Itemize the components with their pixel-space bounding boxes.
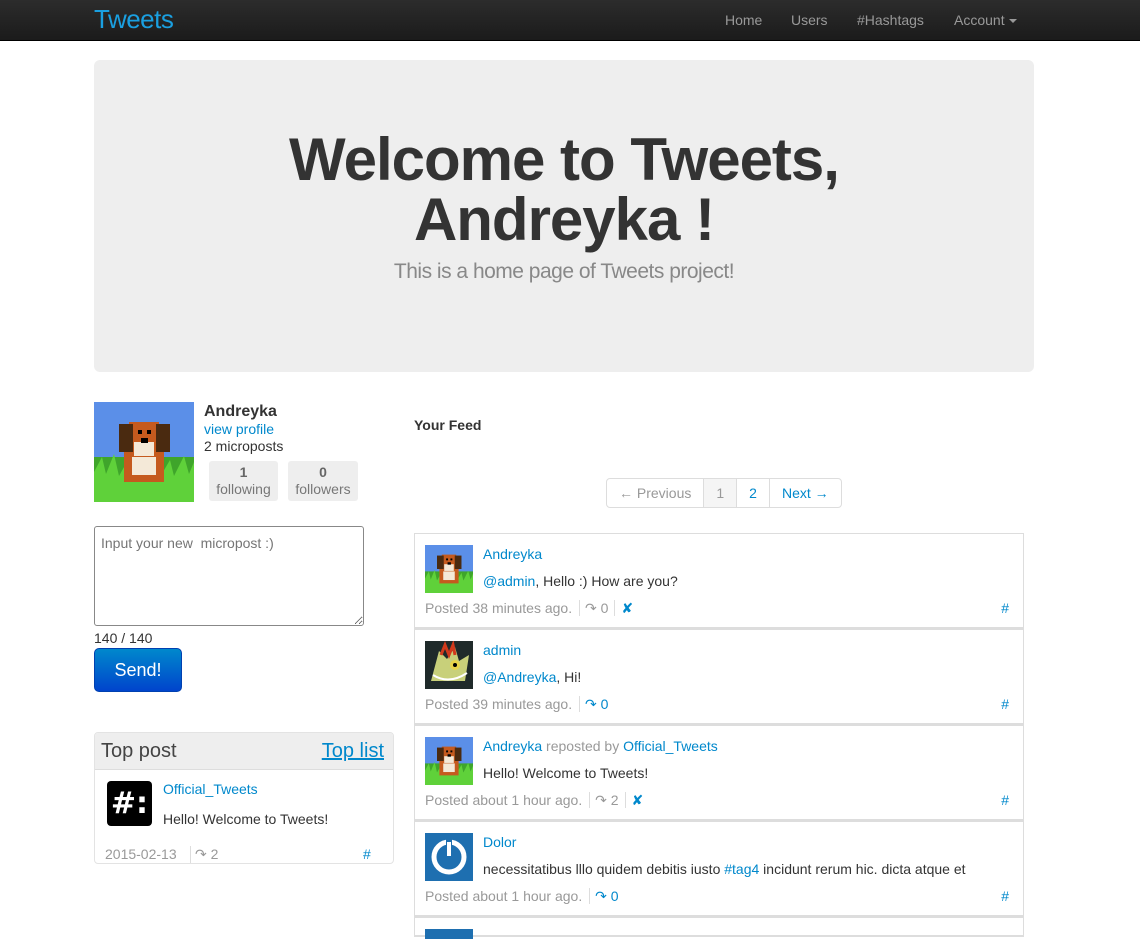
post-author[interactable]: Dolor (483, 834, 516, 850)
post-time: Posted 39 minutes ago. (425, 696, 573, 712)
user-name: Andreyka (204, 403, 277, 420)
post-permalink[interactable]: # (1001, 600, 1009, 616)
user-avatar[interactable] (94, 402, 194, 502)
post-permalink[interactable]: # (1001, 696, 1009, 712)
top-post-text: Hello! Welcome to Tweets! (163, 811, 329, 827)
post-avatar[interactable] (425, 929, 473, 939)
top-post-date: 2015-02-13 (105, 846, 177, 862)
post-meta: Posted about 1 hour ago. ↷ 2 ✘ (425, 792, 644, 809)
post-reposts[interactable]: ↷ 0 (589, 888, 619, 904)
post-reposts[interactable]: ↷ 0 (579, 600, 609, 616)
post-meta: Posted 39 minutes ago. ↷ 0 (425, 696, 609, 713)
delete-icon[interactable]: ✘ (614, 600, 634, 616)
post-meta: Posted 38 minutes ago. ↷ 0 ✘ (425, 600, 634, 617)
feed-post: admin @Andreyka, Hi! Posted 39 minutes a… (414, 629, 1024, 725)
feed-post (414, 917, 1024, 939)
micropost-input[interactable] (94, 526, 364, 626)
top-post-permalink[interactable]: # (363, 846, 371, 862)
pagination: ← Previous 1 2 Next → (606, 478, 842, 508)
post-time: Posted about 1 hour ago. (425, 888, 583, 904)
top-post-author[interactable]: Official_Tweets (163, 781, 258, 797)
post-reposts[interactable]: ↷ 0 (579, 696, 609, 712)
top-post-panel: Top post Top list #: Official_Tweets Hel… (94, 732, 394, 864)
chevron-down-icon (1008, 19, 1017, 24)
feed-post: Andreyka reposted by Official_Tweets Hel… (414, 725, 1024, 821)
post-author[interactable]: Andreyka (483, 546, 542, 562)
post-avatar[interactable] (425, 545, 473, 593)
hero-subtitle: This is a home page of Tweets project! (393, 260, 735, 283)
post-text: , Hello :) How are you? (535, 573, 678, 589)
reposted-by-label: reposted by (542, 738, 624, 754)
top-post-reposts[interactable]: ↷ 2 (190, 846, 218, 863)
post-avatar[interactable] (425, 833, 473, 881)
feed-title: Your Feed (414, 417, 482, 433)
official-avatar[interactable]: #: (107, 781, 152, 826)
following-count: 1 (239, 464, 248, 480)
pager-next[interactable]: Next → (768, 479, 841, 507)
post-body: @admin, Hello :) How are you? (483, 573, 678, 589)
followers-count: 0 (319, 464, 327, 480)
reposted-by-author[interactable]: Official_Tweets (623, 738, 718, 754)
post-mention[interactable]: @admin (483, 573, 535, 589)
post-permalink[interactable]: # (1001, 792, 1009, 808)
pager-page-1[interactable]: 1 (703, 479, 737, 507)
hero-unit: Welcome to Tweets, Andreyka ! This is a … (94, 60, 1034, 372)
top-post-title: Top post (101, 740, 177, 762)
post-text-continued: incidunt rerum hic. dicta atque et (759, 861, 966, 877)
following-stat[interactable]: 1 following (209, 461, 278, 501)
view-profile-link[interactable]: view profile (204, 421, 274, 437)
followers-label: followers (295, 481, 351, 497)
following-label: following (216, 481, 271, 497)
top-post-header: Top post Top list (95, 733, 393, 770)
post-text: Hello! Welcome to Tweets! (483, 765, 649, 781)
brand-logo[interactable]: Tweets (94, 4, 174, 35)
send-button[interactable]: Send! (94, 648, 182, 692)
post-body: @Andreyka, Hi! (483, 669, 581, 685)
feed-post: Dolor necessitatibus lllo quidem debitis… (414, 821, 1024, 917)
post-author-line: Andreyka reposted by Official_Tweets (483, 738, 718, 754)
nav-account-dropdown[interactable]: Account (954, 12, 1017, 28)
post-avatar[interactable] (425, 737, 473, 785)
feed-post: Andreyka @admin, Hello :) How are you? P… (414, 533, 1024, 629)
post-body: necessitatibus lllo quidem debitis iusto… (483, 861, 966, 877)
hero-title-line2: Andreyka ! (413, 186, 715, 253)
post-text: necessitatibus lllo quidem debitis iusto (483, 861, 725, 877)
hero-title-line1: Welcome to Tweets, (289, 126, 840, 193)
micropost-count: 2 microposts (204, 438, 284, 454)
nav-users[interactable]: Users (791, 12, 828, 28)
nav-home[interactable]: Home (725, 12, 762, 28)
post-meta: Posted about 1 hour ago. ↷ 0 (425, 888, 619, 905)
post-text: , Hi! (556, 669, 582, 685)
post-reposts[interactable]: ↷ 2 (589, 792, 619, 808)
post-author[interactable]: admin (483, 642, 521, 658)
post-time: Posted 38 minutes ago. (425, 600, 573, 616)
post-time: Posted about 1 hour ago. (425, 792, 583, 808)
delete-icon[interactable]: ✘ (624, 792, 644, 808)
post-author[interactable]: Andreyka (483, 738, 542, 754)
post-avatar[interactable] (425, 641, 473, 689)
post-hashtag[interactable]: #tag4 (724, 861, 759, 877)
pager-previous[interactable]: ← Previous (607, 479, 703, 507)
hero-title: Welcome to Tweets, Andreyka ! (94, 130, 1034, 250)
char-counter: 140 / 140 (94, 630, 153, 646)
nav-account-label: Account (954, 12, 1005, 28)
nav-hashtags[interactable]: #Hashtags (857, 12, 924, 28)
pager-page-2[interactable]: 2 (736, 479, 769, 507)
post-permalink[interactable]: # (1001, 888, 1009, 904)
post-mention[interactable]: @Andreyka (483, 669, 556, 685)
top-list-link[interactable]: Top list (322, 740, 384, 763)
navbar: Tweets Home Users #Hashtags Account (0, 0, 1140, 41)
followers-stat[interactable]: 0 followers (288, 461, 358, 501)
